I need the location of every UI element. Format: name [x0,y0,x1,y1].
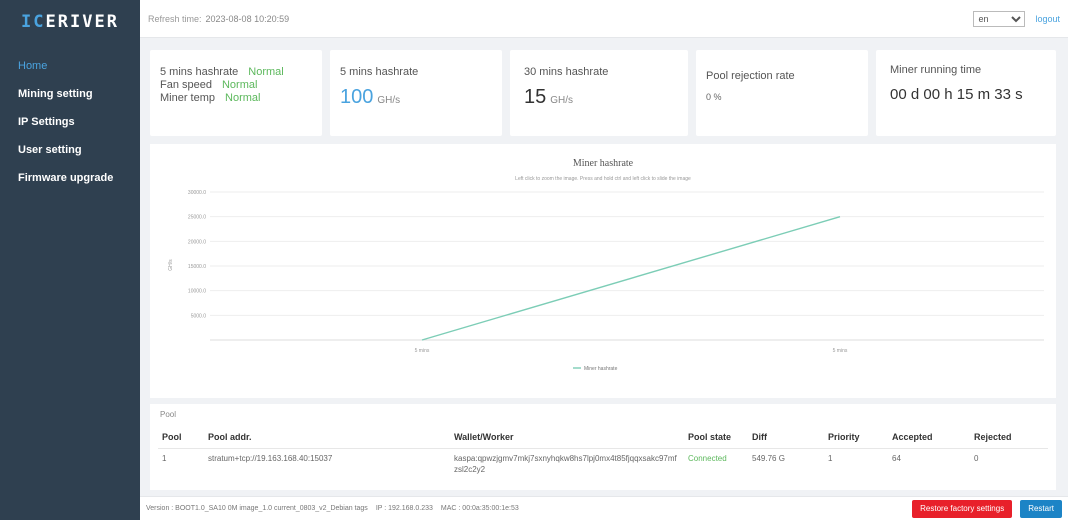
pool-title: Pool [160,410,177,419]
cell-rejected: 0 [974,454,979,463]
hashrate-30min-value: 15 GH/s [524,86,674,109]
pool-rejection-card: Pool rejection rate 0 % [696,50,868,136]
hashrate-chart-card: Miner hashrate Left click to zoom the ima… [150,144,1056,398]
hashrate-5min-card: 5 mins hashrate 100 GH/s [330,50,502,136]
cell-diff: 549.76 G [752,454,785,463]
pool-table: Pool Pool addr. Wallet/Worker Pool state… [158,426,1048,479]
y-tick-label: 15000.0 [188,264,206,270]
hashrate-5min-value: 100 GH/s [340,86,492,109]
cell-priority: 1 [828,454,833,463]
version-text: Version : BOOT1.0_SA10 0M image_1.0 curr… [146,505,368,512]
col-diff: Diff [748,426,824,449]
restore-factory-button[interactable]: Restore factory settings [912,499,1013,518]
series-line-miner-hashrate [421,215,841,341]
refresh-time-value: 2023-08-08 10:20:59 [205,13,290,24]
cell-accepted: 64 [892,454,901,463]
logo-prefix: IC [21,12,46,32]
top-bar: Refresh time: 2023-08-08 10:20:59 en log… [140,0,1068,38]
cell-pool-addr: stratum+tcp://19.163.168.40:15037 [208,454,333,463]
x-tick-label: 5 mins [833,348,848,354]
status-card: 5 mins hashrate Normal Fan speed Normal Mi… [150,50,322,136]
hashrate-chart[interactable]: Miner hashrate Left click to zoom the ima… [150,144,1056,398]
status-temp-row: Miner temp Normal [160,92,312,105]
pool-table-header: Pool Pool addr. Wallet/Worker Pool state… [158,426,1048,449]
hashrate-30min-unit: GH/s [550,95,574,106]
sidebar-item-home[interactable]: Home [0,52,140,80]
cell-wallet-worker: kaspa:qpwzjgmv7mkj7sxnyhqkw8hs7lpj0mx4t8… [454,454,677,474]
col-wallet-worker: Wallet/Worker [450,426,684,449]
hashrate-30min-card: 30 mins hashrate 15 GH/s [510,50,688,136]
status-hashrate-label: 5 mins hashrate [160,66,239,78]
logout-link[interactable]: logout [1035,14,1060,24]
col-priority: Priority [824,426,888,449]
mac-text: MAC : 00:0a:35:00:1e:53 [440,505,519,512]
sidebar-item-firmware-upgrade[interactable]: Firmware upgrade [0,164,140,192]
pool-rejection-value: 0 % [706,92,722,102]
running-time-value: 00 d 00 h 15 m 33 s [890,86,1023,103]
table-row: 1 stratum+tcp://19.163.168.40:15037 kasp… [158,449,1048,480]
status-temp-value: Normal [225,92,261,104]
col-pool: Pool [158,426,204,449]
pool-rejection-title: Pool rejection rate [706,70,795,82]
footer-bar: Version : BOOT1.0_SA10 0M image_1.0 curr… [140,496,1068,520]
sidebar-item-mining-setting[interactable]: Mining setting [0,80,140,108]
y-axis-label: GH/s [168,259,174,271]
sidebar-nav: Home Mining setting IP Settings User set… [0,52,140,192]
sidebar-item-user-setting[interactable]: User setting [0,136,140,164]
cell-pool-state: Connected [688,454,727,463]
sidebar-item-ip-settings[interactable]: IP Settings [0,108,140,136]
col-accepted: Accepted [888,426,970,449]
hashrate-5min-number: 100 [340,86,374,108]
hashrate-30min-number: 15 [524,86,547,108]
chart-title: Miner hashrate [573,158,634,169]
y-tick-label: 10000.0 [188,289,206,295]
hashrate-5min-title: 5 mins hashrate [340,66,419,78]
hashrate-30min-title: 30 mins hashrate [524,66,609,78]
logo-suffix: ERIVER [45,12,119,32]
status-hashrate-value: Normal [248,66,284,78]
legend-label: Miner hashrate [584,366,618,372]
restart-button[interactable]: Restart [1020,499,1062,518]
y-tick-label: 30000.0 [188,190,206,196]
running-time-card: Miner running time 00 d 00 h 15 m 33 s [876,50,1056,136]
col-pool-state: Pool state [684,426,748,449]
status-hashrate-row: 5 mins hashrate Normal [160,66,312,79]
refresh-time-label: Refresh time: [148,13,202,24]
sidebar: IC ERIVER Home Mining setting IP Settings… [0,0,140,520]
logo: IC ERIVER [0,0,140,44]
cell-pool: 1 [162,454,167,463]
col-pool-addr: Pool addr. [204,426,450,449]
y-tick-label: 20000.0 [188,239,206,245]
ip-text: IP : 192.168.0.233 [375,505,433,512]
y-tick-label: 25000.0 [188,215,206,221]
running-time-title: Miner running time [890,64,982,76]
pool-card: Pool Pool Pool addr. Wallet/Worker Pool … [150,404,1056,490]
status-fan-label: Fan speed [160,79,212,91]
status-fan-row: Fan speed Normal [160,79,312,92]
language-select[interactable]: en [973,10,1026,27]
y-tick-label: 5000.0 [191,313,207,319]
hashrate-5min-unit: GH/s [377,95,401,106]
status-fan-value: Normal [221,79,258,91]
chart-subtitle: Left click to zoom the image. Press and … [515,176,691,182]
status-temp-label: Miner temp [160,92,216,104]
col-rejected: Rejected [970,426,1048,449]
x-tick-label: 5 mins [415,348,430,354]
